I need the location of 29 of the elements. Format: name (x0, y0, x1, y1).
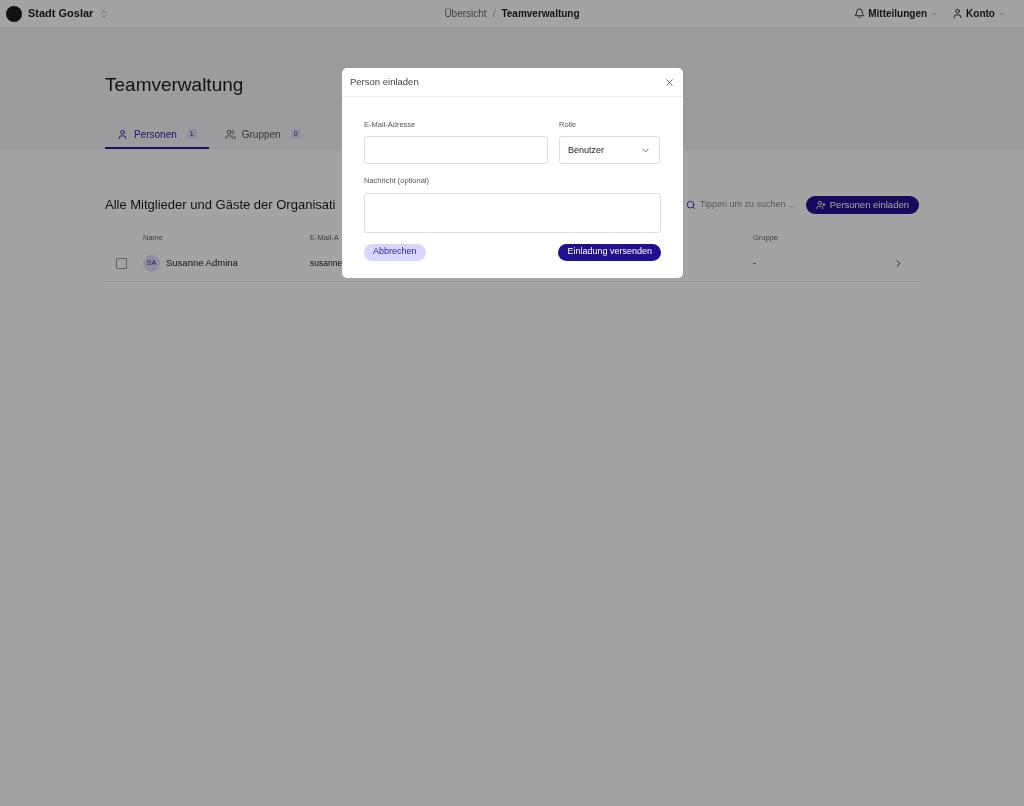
top-menu-button[interactable]: Konto (952, 6, 1006, 21)
user-plus-icon (815, 200, 826, 210)
row-checkbox[interactable] (116, 258, 127, 269)
message-input-field[interactable] (364, 192, 661, 233)
invite-button[interactable]: Personen einladen (805, 196, 919, 214)
users-icon (224, 128, 236, 140)
search-icon (685, 200, 696, 210)
section-title: Alle Mitglieder und Gäste der Organisati (105, 196, 336, 215)
role-select[interactable]: Benutzer (559, 136, 660, 165)
table-cell: - (753, 256, 757, 271)
chevrons-icon[interactable] (99, 8, 110, 19)
user-icon (952, 8, 964, 19)
bell-icon (854, 8, 866, 19)
email-input-field[interactable] (364, 136, 548, 165)
org-logo-icon (6, 5, 22, 22)
table-cell: Susanne Admina (166, 256, 238, 271)
breadcrumb-separator: / (492, 7, 496, 21)
cancel-button[interactable]: Abbrechen (364, 243, 426, 261)
send-invitation-button[interactable]: Einladung versenden (558, 243, 661, 261)
close-icon[interactable] (664, 76, 675, 88)
table-cell-text: susanne (310, 257, 344, 270)
search-field[interactable]: Tippen um zu suchen ... (685, 198, 796, 212)
org-name[interactable]: Stadt Goslar (28, 5, 94, 22)
breadcrumb-item[interactable]: Übersicht (444, 6, 487, 21)
user-icon (117, 128, 128, 140)
breadcrumb-item[interactable]: Teamverwaltung (501, 6, 580, 21)
page-title: Teamverwaltung (105, 74, 244, 96)
dialog-title: Person einladen (350, 74, 419, 89)
top-menu-button[interactable]: Mitteilungen (854, 6, 939, 21)
